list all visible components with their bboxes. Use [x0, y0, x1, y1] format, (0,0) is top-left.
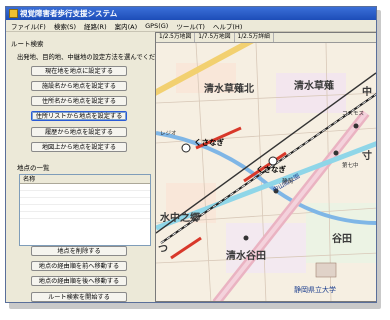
- move-point-down-button[interactable]: 地点の経由順を後へ移動する: [31, 276, 127, 286]
- map-label-nakanogo: 水中之郷: [160, 213, 200, 224]
- move-point-up-button[interactable]: 地点の経由順を前へ移動する: [31, 261, 127, 271]
- menu-gps[interactable]: GPS(G): [145, 22, 168, 30]
- map-label-school: 第七中: [342, 163, 359, 169]
- start-route-search-button[interactable]: ルート検索を開始する: [31, 292, 127, 302]
- map-label-yada: 清水谷田: [226, 251, 266, 262]
- point-list[interactable]: 名称: [19, 174, 151, 246]
- tab-scale-25000-detail[interactable]: 1/2.5万詳細: [235, 33, 274, 42]
- menu-file[interactable]: ファイル(F): [11, 21, 46, 31]
- map-view[interactable]: 1/2.5万地図 1/7.5万地図 1/2.5万詳細 清水草薙北 清水草薙 くさ…: [155, 32, 376, 302]
- section-title: ルート検索: [11, 40, 44, 48]
- map-label-yada-2: 谷田: [332, 234, 352, 245]
- window-title: 視覚障害者歩行支援システム: [20, 9, 118, 18]
- map-label-shizuoka: 静岡: [282, 179, 294, 185]
- menu-bar: ファイル(F) 検索(S) 経路(R) 案内(A) GPS(G) ツール(T) …: [6, 20, 376, 32]
- list-row[interactable]: [20, 184, 150, 191]
- map-label-tsu: つ: [158, 244, 168, 255]
- map-scale-tabs: 1/2.5万地図 1/7.5万地図 1/2.5万詳細: [156, 33, 376, 43]
- map-label-kusanagi-station: くさなぎ: [194, 138, 224, 147]
- map-label-kusanagi: 清水草薙: [294, 81, 334, 92]
- instruction-text: 出発地、目的地、中継地の設定方法を選んでください: [17, 54, 168, 61]
- tab-scale-75000[interactable]: 1/7.5万地図: [195, 33, 235, 42]
- menu-guide[interactable]: 案内(A): [115, 21, 138, 31]
- list-row[interactable]: [20, 191, 150, 198]
- menu-help[interactable]: ヘルプ(H): [213, 21, 242, 31]
- map-label-university: 静岡県立大学: [294, 286, 336, 294]
- map-label-naka: 中: [362, 87, 372, 98]
- map-label-kusanagi-station-2: くさなぎ: [256, 165, 286, 174]
- point-list-title: 地点の一覧: [17, 164, 50, 172]
- title-bar[interactable]: 視覚障害者歩行支援システム: [6, 7, 376, 20]
- map-label-cosmos: コスモス: [342, 111, 365, 117]
- tab-scale-25000[interactable]: 1/2.5万地図: [156, 33, 196, 42]
- set-from-map-button[interactable]: 地図上から地点を設定する: [31, 142, 127, 152]
- left-panel: ルート検索 出発地、目的地、中継地の設定方法を選んでください 現在地を地点に設定…: [9, 34, 168, 302]
- set-by-facility-button[interactable]: 施設名から地点を設定する: [31, 81, 127, 91]
- delete-point-button[interactable]: 地点を削除する: [31, 246, 127, 256]
- menu-route[interactable]: 経路(R): [84, 21, 107, 31]
- set-by-history-button[interactable]: 履歴から地点を設定する: [31, 127, 127, 137]
- app-window: 視覚障害者歩行支援システム ファイル(F) 検索(S) 経路(R) 案内(A) …: [5, 6, 377, 303]
- list-header-name[interactable]: 名称: [20, 175, 150, 184]
- list-row[interactable]: [20, 198, 150, 205]
- list-row[interactable]: [20, 205, 150, 212]
- set-by-address-list-button[interactable]: 住所リストから地点を設定する: [31, 111, 127, 121]
- set-current-location-button[interactable]: 現在地を地点に設定する: [31, 66, 127, 76]
- map-label-yo: 寸: [362, 151, 372, 162]
- map-label-kusanagi-kita: 清水草薙北: [204, 84, 254, 95]
- map-label-region: レジオ: [160, 131, 177, 137]
- menu-tools[interactable]: ツール(T): [176, 21, 205, 31]
- set-by-address-button[interactable]: 住所名から地点を設定する: [31, 96, 127, 106]
- menu-search[interactable]: 検索(S): [54, 21, 76, 31]
- list-row[interactable]: [20, 212, 150, 219]
- app-icon: [9, 9, 18, 18]
